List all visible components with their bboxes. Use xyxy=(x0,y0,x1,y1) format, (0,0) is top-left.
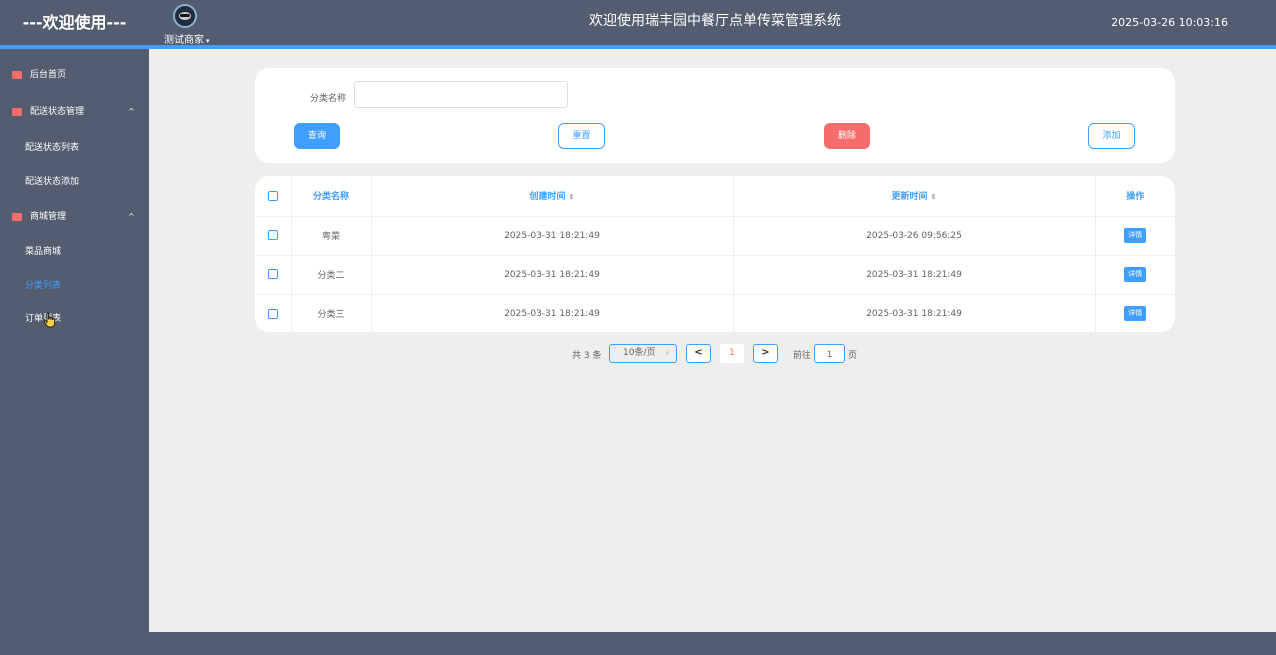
detail-button[interactable]: 详情 xyxy=(1124,228,1147,243)
select-all-cell[interactable] xyxy=(255,176,292,217)
table-row: 粤菜 2025-03-31 18:21:49 2025-03-26 09:56:… xyxy=(255,216,1175,256)
sidebar-item-label: 配送状态添加 xyxy=(25,177,80,187)
sidebar: 后台首页 配送状态管理 ^ 配送状态列表 配送状态添加 商城管理 ^ 菜品商城 … xyxy=(0,49,149,632)
user-menu[interactable]: 测试商家 ▾ xyxy=(164,31,210,46)
category-table: 分类名称 创建时间 ⇕ 更新时间 ⇕ 操作 粤菜 2025-03-31 18:21:… xyxy=(255,176,1175,332)
cell-updated: 2025-03-31 18:21:49 xyxy=(733,294,1096,332)
sidebar-item-label: 配送状态管理 xyxy=(30,107,85,117)
next-page-button[interactable]: > xyxy=(753,344,778,363)
sidebar-item-label: 商城管理 xyxy=(30,212,67,222)
chart-icon xyxy=(12,108,22,116)
sidebar-item-label: 分类列表 xyxy=(25,281,62,291)
sidebar-item-label: 后台首页 xyxy=(30,70,67,80)
sort-icon[interactable]: ⇕ xyxy=(569,193,575,201)
row-checkbox[interactable] xyxy=(267,230,278,241)
sidebar-item-delivery-status[interactable]: 配送状态管理 ^ xyxy=(0,95,149,129)
prev-page-button[interactable]: < xyxy=(686,344,711,363)
chevron-up-icon: ^ xyxy=(128,212,135,221)
add-button[interactable]: 添加 xyxy=(1088,123,1135,149)
table-header-row: 分类名称 创建时间 ⇕ 更新时间 ⇕ 操作 xyxy=(255,176,1175,217)
sidebar-item-shop[interactable]: 商城管理 ^ xyxy=(0,200,149,234)
sidebar-item-delivery-list[interactable]: 配送状态列表 xyxy=(0,131,149,165)
hand-cursor-icon xyxy=(43,312,55,328)
footer-bar xyxy=(0,632,1276,655)
sidebar-item-order-list[interactable]: 订单列表 xyxy=(0,302,149,336)
pagination-total: 共 3 条 xyxy=(572,351,602,361)
cell-name: 分类三 xyxy=(291,294,372,332)
sidebar-item-home[interactable]: 后台首页 xyxy=(0,58,149,92)
chevron-up-icon: ^ xyxy=(128,107,135,116)
column-header-created[interactable]: 创建时间 ⇕ xyxy=(371,176,734,217)
table-row: 分类二 2025-03-31 18:21:49 2025-03-31 18:21… xyxy=(255,255,1175,295)
cell-created: 2025-03-31 18:21:49 xyxy=(371,255,734,295)
datetime-display: 2025-03-26 10:03:16 xyxy=(1111,16,1228,29)
column-header-name: 分类名称 xyxy=(291,176,372,217)
delete-button[interactable]: 删除 xyxy=(824,123,870,149)
cell-name: 粤菜 xyxy=(291,216,372,256)
page-size-value: 10条/页 xyxy=(623,348,656,358)
cell-updated: 2025-03-31 18:21:49 xyxy=(733,255,1096,295)
column-header-actions: 操作 xyxy=(1095,176,1175,217)
avatar-eyes-icon xyxy=(180,14,190,17)
query-button[interactable]: 查询 xyxy=(294,123,340,149)
category-name-input[interactable] xyxy=(354,81,568,108)
header-accent-bar xyxy=(0,45,1276,49)
user-avatar[interactable] xyxy=(173,4,197,28)
sidebar-item-delivery-add[interactable]: 配送状态添加 xyxy=(0,165,149,199)
page-unit-label: 页 xyxy=(848,351,858,361)
sidebar-item-category-list[interactable]: 分类列表 xyxy=(0,269,149,303)
chevron-down-icon: ∨ xyxy=(664,349,670,357)
goto-page-input[interactable] xyxy=(814,344,845,363)
brand-title: ---欢迎使用--- xyxy=(22,13,127,32)
column-header-updated[interactable]: 更新时间 ⇕ xyxy=(733,176,1096,217)
sidebar-item-label: 菜品商城 xyxy=(25,247,62,257)
table-row: 分类三 2025-03-31 18:21:49 2025-03-31 18:21… xyxy=(255,294,1175,332)
select-all-checkbox[interactable] xyxy=(267,190,278,201)
cell-created: 2025-03-31 18:21:49 xyxy=(371,216,734,256)
caret-down-icon: ▾ xyxy=(206,37,210,45)
page-number-current[interactable]: 1 xyxy=(720,344,744,363)
sidebar-item-label: 配送状态列表 xyxy=(25,143,80,153)
goto-label: 前往 xyxy=(793,351,812,361)
cell-updated: 2025-03-26 09:56:25 xyxy=(733,216,1096,256)
sort-icon[interactable]: ⇕ xyxy=(931,193,937,201)
cell-created: 2025-03-31 18:21:49 xyxy=(371,294,734,332)
row-checkbox[interactable] xyxy=(267,308,278,319)
monitor-icon xyxy=(12,213,22,221)
detail-button[interactable]: 详情 xyxy=(1124,306,1147,322)
reset-button[interactable]: 重置 xyxy=(558,123,605,149)
top-header: ---欢迎使用--- 测试商家 ▾ 欢迎使用瑞丰园中餐厅点单传菜管理系统 2025… xyxy=(0,0,1276,46)
monitor-icon xyxy=(12,71,22,79)
sidebar-item-dish-mall[interactable]: 菜品商城 xyxy=(0,235,149,269)
search-panel: 分类名称 查询 重置 删除 添加 xyxy=(255,68,1175,163)
page-size-select[interactable]: 10条/页 ∨ xyxy=(609,344,677,363)
system-title: 欢迎使用瑞丰园中餐厅点单传菜管理系统 xyxy=(589,13,841,29)
cell-name: 分类二 xyxy=(291,255,372,295)
category-name-label: 分类名称 xyxy=(310,94,347,104)
row-checkbox[interactable] xyxy=(267,269,278,280)
detail-button[interactable]: 详情 xyxy=(1124,267,1147,282)
